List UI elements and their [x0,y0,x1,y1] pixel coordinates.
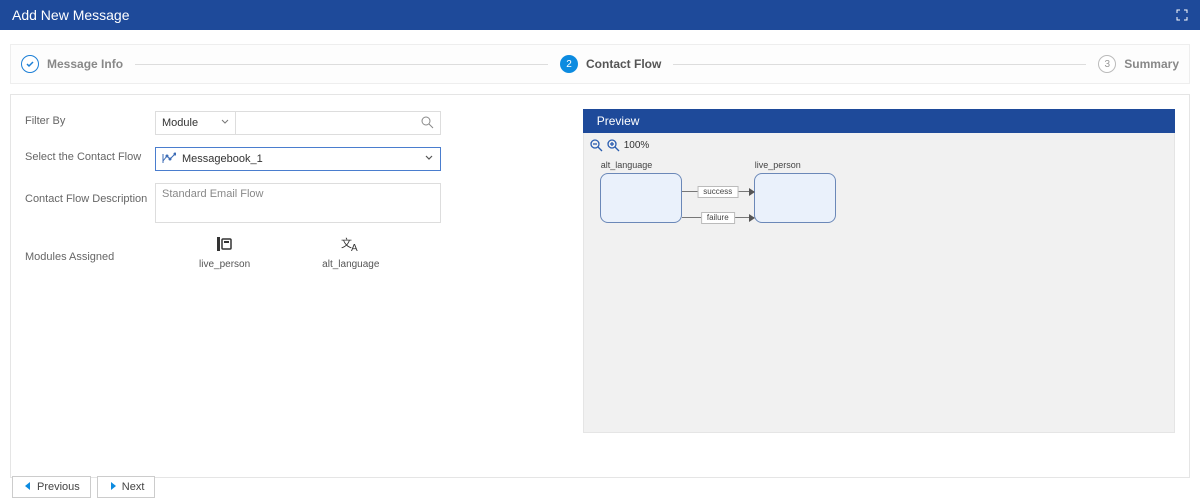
button-label: Previous [37,481,80,493]
row-filter-by: Filter By Module [25,111,573,135]
step-connector [135,64,548,65]
row-modules: Modules Assigned live_person [25,235,573,270]
arrow-right-icon [108,481,118,494]
preview-canvas-wrap: 100% alt_language live_person success fa… [583,133,1175,433]
module-live-person: live_person [199,235,250,270]
step-connector [673,64,1086,65]
step-message-info[interactable]: Message Info [21,55,123,73]
zoom-out-icon[interactable] [590,139,603,152]
filter-type-select[interactable]: Module [156,112,236,134]
row-description: Contact Flow Description Standard Email … [25,183,573,223]
button-label: Next [122,481,145,493]
description-box: Standard Email Flow [155,183,441,223]
module-label: alt_language [322,259,379,270]
node-label: alt_language [601,160,653,170]
chevron-down-icon [424,152,434,166]
filter-by-label: Filter By [25,111,155,127]
flow-icon [162,152,176,167]
filter-input-group: Module [155,111,441,135]
node-live-person[interactable]: live_person [754,173,836,223]
edge-failure: failure [682,217,754,218]
preview-header: Preview [583,109,1175,133]
step-number-icon: 3 [1098,55,1116,73]
filter-type-value: Module [162,117,198,129]
module-label: live_person [199,259,250,270]
dialog-title: Add New Message [12,7,130,23]
flow-canvas[interactable]: alt_language live_person success failure [594,161,1164,422]
contact-flow-select[interactable]: Messagebook_1 [155,147,441,171]
select-flow-label: Select the Contact Flow [25,147,155,163]
zoom-in-icon[interactable] [607,139,620,152]
zoom-value: 100% [624,140,650,151]
edge-success: success [682,191,754,192]
chevron-down-icon [221,117,229,129]
row-select-flow: Select the Contact Flow Messagebook_1 [25,147,573,171]
description-label: Contact Flow Description [25,183,155,205]
zoom-toolbar: 100% [590,139,650,152]
description-value: Standard Email Flow [162,188,264,200]
edge-label: success [697,186,738,198]
preview-title: Preview [597,114,640,128]
node-label: live_person [755,160,801,170]
step-contact-flow[interactable]: 2 Contact Flow [560,55,661,73]
module-list: live_person 文 A alt_language [155,235,573,270]
person-icon [215,235,235,255]
arrow-icon [749,214,755,222]
preview-column: Preview 100% alt_language [577,107,1181,465]
step-label: Contact Flow [586,57,661,71]
footer-actions: Previous Next [12,476,155,498]
step-summary[interactable]: 3 Summary [1098,55,1179,73]
filter-search-input[interactable] [236,112,440,134]
module-alt-language: 文 A alt_language [322,235,379,270]
search-icon[interactable] [421,116,434,132]
svg-text:A: A [351,243,358,253]
wizard-steps: Message Info 2 Contact Flow 3 Summary [10,44,1190,84]
translate-icon: 文 A [341,235,361,255]
selected-flow-value: Messagebook_1 [182,153,263,165]
form-column: Filter By Module [19,107,577,465]
node-alt-language[interactable]: alt_language [600,173,682,223]
next-button[interactable]: Next [97,476,156,498]
expand-icon[interactable] [1176,9,1188,21]
arrow-icon [749,188,755,196]
edge-label: failure [701,212,735,224]
modules-label: Modules Assigned [25,235,155,263]
content-panel: Filter By Module [10,94,1190,478]
arrow-left-icon [23,481,33,494]
step-label: Summary [1124,57,1179,71]
step-label: Message Info [47,57,123,71]
check-icon [21,55,39,73]
dialog-header: Add New Message [0,0,1200,30]
previous-button[interactable]: Previous [12,476,91,498]
step-number-icon: 2 [560,55,578,73]
